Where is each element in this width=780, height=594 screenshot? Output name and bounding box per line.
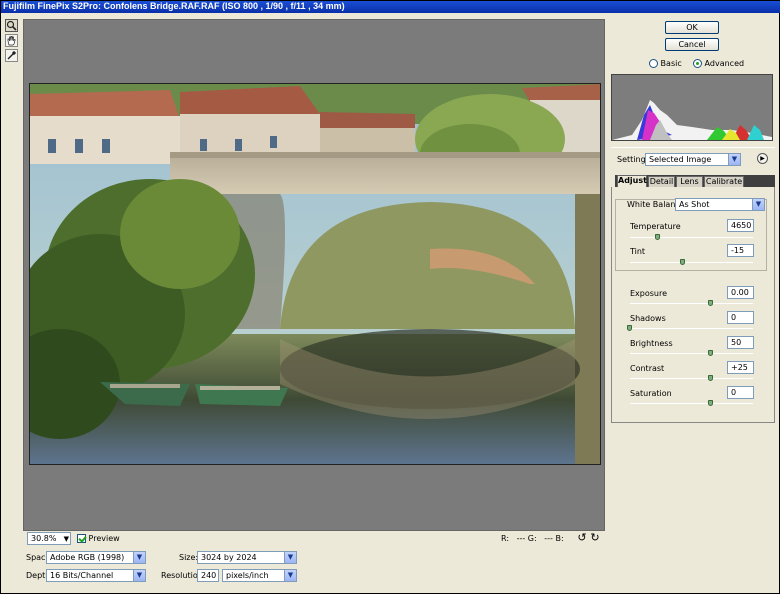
rgb-readout: R: --- G: --- B: (501, 533, 564, 544)
resolution-unit-select[interactable]: pixels/inch ▼ (222, 569, 297, 582)
chevron-down-icon: ▼ (133, 570, 145, 581)
exposure-input[interactable]: 0.00 (727, 286, 754, 299)
basic-label: Basic (660, 59, 682, 68)
tint-input[interactable]: -15 (727, 244, 754, 257)
settings-value: Selected Image (649, 155, 712, 164)
r-value: --- (516, 534, 526, 543)
preview-toggle[interactable]: Preview (77, 533, 120, 544)
temperature-label: Temperature (630, 222, 681, 231)
exposure-label: Exposure (630, 289, 668, 298)
basic-radio[interactable] (649, 59, 658, 68)
brightness-slider[interactable] (630, 353, 753, 354)
tint-value: -15 (731, 246, 745, 255)
chevron-down-icon: ▼ (284, 552, 296, 563)
shadows-input[interactable]: 0 (727, 311, 754, 324)
brightness-label: Brightness (630, 339, 673, 348)
saturation-value: 0 (731, 388, 737, 397)
eyedropper-icon (7, 50, 17, 60)
brightness-value: 50 (731, 338, 742, 347)
rotate-left-icon[interactable]: ↺ (576, 532, 588, 544)
chevron-down-icon: ▼ (63, 535, 69, 543)
preview-status-bar: 30.8% ▼ Preview R: --- G: --- B: ↺ ↻ (23, 532, 605, 546)
saturation-slider-thumb[interactable] (708, 400, 714, 406)
ok-button[interactable]: OK (665, 21, 719, 34)
shadows-slider-thumb[interactable] (627, 325, 632, 331)
brightness-input[interactable]: 50 (727, 336, 754, 349)
resolution-input[interactable]: 240 (197, 569, 219, 582)
depth-select[interactable]: 16 Bits/Channel ▼ (46, 569, 146, 582)
resolution-value: 240 (201, 571, 217, 580)
preview-label: Preview (88, 534, 120, 543)
saturation-input[interactable]: 0 (727, 386, 754, 399)
chevron-down-icon: ▼ (728, 154, 740, 165)
histogram (611, 74, 773, 141)
temperature-slider[interactable] (630, 237, 753, 238)
depth-value: 16 Bits/Channel (50, 571, 114, 580)
space-select[interactable]: Adobe RGB (1998) ▼ (46, 551, 146, 564)
white-balance-tool-button[interactable] (5, 49, 18, 62)
b-label: B: (555, 534, 564, 543)
zoom-tool-button[interactable] (5, 19, 18, 32)
size-value: 3024 by 2024 (201, 553, 257, 562)
r-label: R: (501, 534, 510, 543)
shadows-value: 0 (731, 313, 737, 322)
contrast-slider-thumb[interactable] (708, 375, 714, 381)
shadows-label: Shadows (630, 314, 666, 323)
g-value: --- (544, 534, 553, 543)
hand-tool-button[interactable] (5, 34, 18, 47)
g-label: G: (527, 534, 537, 543)
chevron-down-icon: ▼ (133, 552, 145, 563)
rotate-right-icon[interactable]: ↻ (589, 532, 601, 544)
white-balance-select[interactable]: As Shot ▼ (675, 198, 765, 211)
temperature-value: 4650 (731, 221, 752, 230)
tint-label: Tint (630, 247, 646, 256)
zoom-level-select[interactable]: 30.8% ▼ (27, 532, 71, 545)
contrast-input[interactable]: +25 (727, 361, 754, 374)
contrast-slider[interactable] (630, 378, 753, 379)
hand-icon (7, 36, 16, 46)
tint-slider-thumb[interactable] (679, 259, 685, 265)
contrast-value: +25 (731, 363, 748, 372)
zoom-level-value: 30.8% (31, 534, 57, 543)
magnifier-icon (6, 20, 17, 31)
cancel-button[interactable]: Cancel (665, 38, 719, 51)
settings-menu-arrow-icon[interactable]: ▶ (757, 153, 768, 164)
chevron-down-icon: ▼ (284, 570, 296, 581)
temperature-input[interactable]: 4650 (727, 219, 754, 232)
preview-checkbox[interactable] (77, 534, 86, 543)
tint-slider[interactable] (630, 262, 753, 263)
settings-select[interactable]: Selected Image ▼ (645, 153, 741, 166)
preview-image[interactable] (29, 83, 601, 465)
exposure-value: 0.00 (731, 288, 749, 297)
histogram-graph (612, 100, 772, 140)
brightness-slider-thumb[interactable] (708, 350, 714, 356)
saturation-slider[interactable] (630, 403, 753, 404)
space-value: Adobe RGB (1998) (50, 553, 125, 562)
exposure-slider-thumb[interactable] (708, 300, 714, 306)
saturation-label: Saturation (630, 389, 672, 398)
chevron-down-icon: ▼ (752, 199, 764, 210)
shadows-slider[interactable] (630, 328, 753, 329)
advanced-mode-option[interactable]: Advanced (693, 57, 744, 70)
contrast-label: Contrast (630, 364, 665, 373)
advanced-label: Advanced (704, 59, 745, 68)
toolbar (5, 19, 19, 64)
basic-mode-option[interactable]: Basic (649, 57, 682, 70)
exposure-slider[interactable] (630, 303, 753, 304)
white-balance-value: As Shot (679, 200, 710, 209)
window-title: Fujifilm FinePix S2Pro: Confolens Bridge… (1, 1, 780, 13)
bridge-photo (30, 84, 600, 464)
size-label: Size: (179, 553, 199, 562)
resolution-unit-value: pixels/inch (226, 571, 269, 580)
advanced-radio[interactable] (693, 59, 702, 68)
preview-canvas[interactable] (23, 19, 605, 531)
size-select[interactable]: 3024 by 2024 ▼ (197, 551, 297, 564)
panel-divider (611, 147, 775, 148)
